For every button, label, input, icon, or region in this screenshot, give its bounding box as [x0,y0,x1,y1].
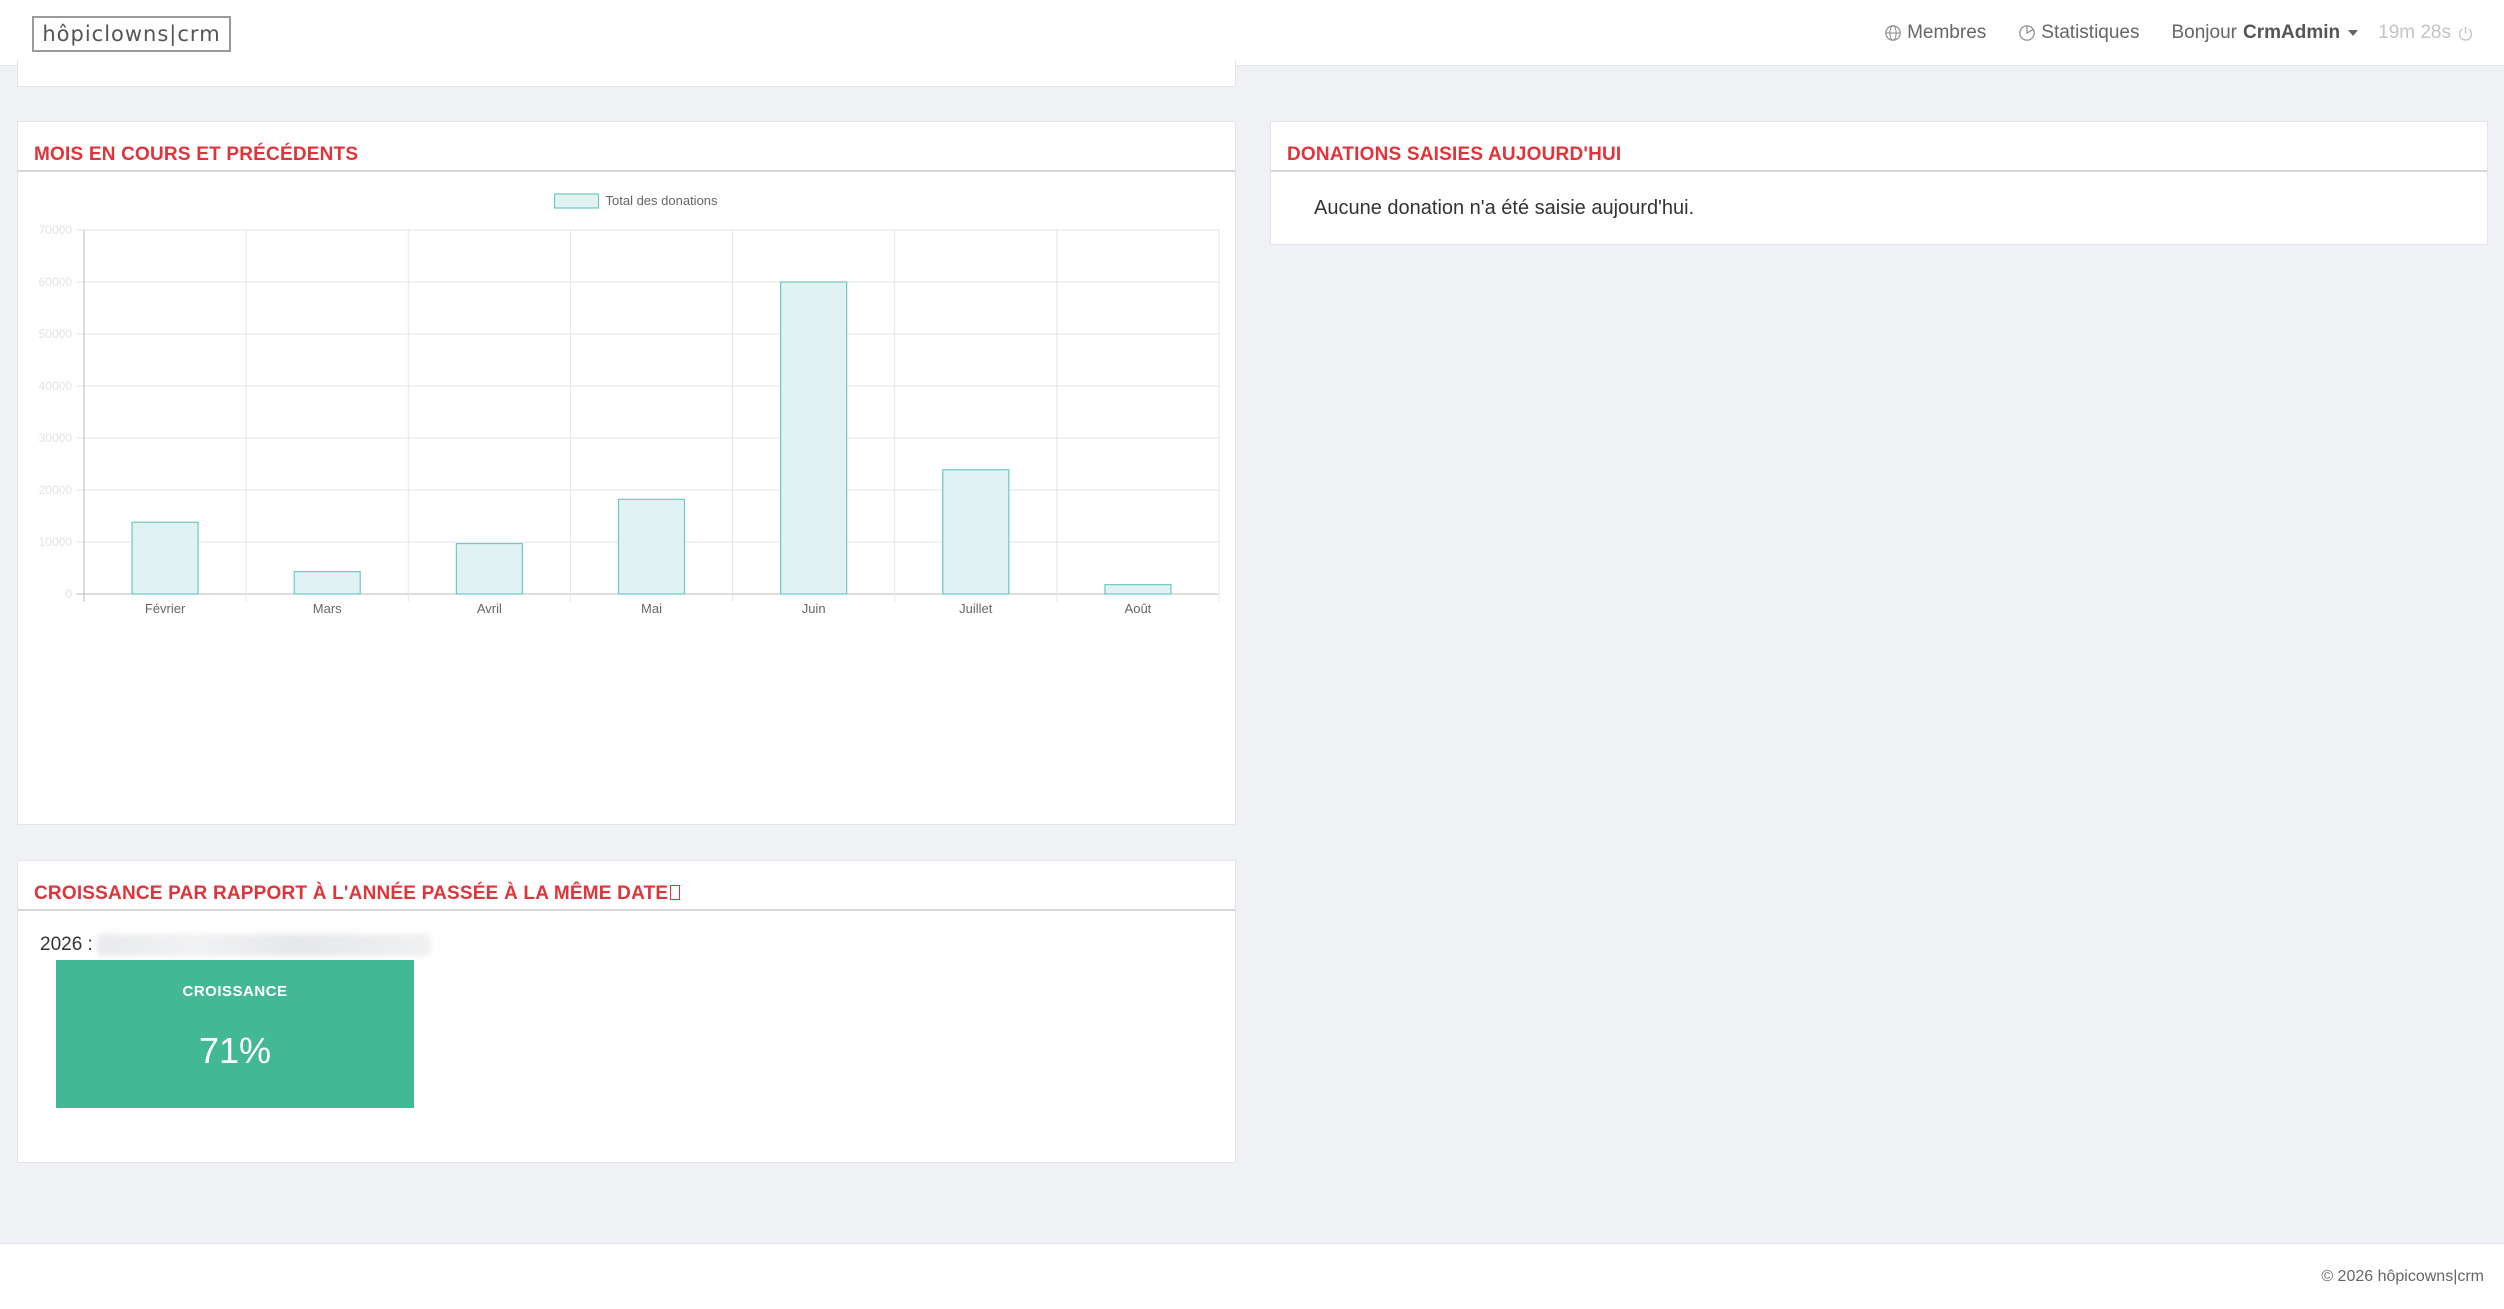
bar-août [1104,584,1172,595]
growth-year-line: 2026 : [40,934,431,956]
x-tick-label: Juillet [959,601,993,616]
bar-mai [617,498,686,595]
legend-swatch [553,193,600,209]
growth-panel: CROISSANCE PAR RAPPORT À L'ANNÉE PASSÉE … [17,860,1236,1163]
bar-février [131,521,199,595]
y-tick-label: 40000 [39,379,73,393]
x-tick-label: Mai [641,601,662,616]
donations-bar-chart: 0 10000 20000 30000 40000 50000 60000 70000 Févr… [39,193,1220,616]
brand-logo[interactable]: hôpiclowns|crm [32,16,231,52]
today-empty-message: Aucune donation n'a été saisie aujourd'h… [1314,197,1695,219]
footer-copyright: © 2026 hôpicowns|crm [2321,1268,2484,1285]
y-tick-label: 20000 [39,483,73,497]
nav-members-link[interactable]: Membres [1884,22,1986,44]
growth-title: CROISSANCE PAR RAPPORT À L'ANNÉE PASSÉE … [18,861,1235,911]
y-tick-label: 50000 [39,327,73,341]
globe-icon [1885,25,1901,41]
growth-title-text: CROISSANCE PAR RAPPORT À L'ANNÉE PASSÉE … [34,883,669,904]
y-tick-label: 30000 [39,431,73,445]
bar-juillet [942,469,1010,595]
x-tick-label: Février [145,601,186,616]
monthly-donations-title: MOIS EN COURS ET PRÉCÉDENTS [18,122,1235,172]
pie-chart-icon [2019,25,2036,41]
today-donations-title: DONATIONS SAISIES AUJOURD'HUI [1271,122,2487,172]
caret-down-icon [2348,30,2359,36]
x-tick-label: Juin [802,601,826,616]
navbar-right: Membres Statistiques Bonjour CrmAdmin 19… [1884,0,2474,66]
bar-juin [780,281,848,595]
session-timer-text: 19m 28s [2378,22,2451,43]
y-tick-label: 70000 [39,223,73,237]
x-tick-label: Mars [313,601,342,616]
y-tick-label: 10000 [39,535,73,549]
x-tick-label: Août [1125,601,1152,616]
user-menu-dropdown[interactable]: Bonjour CrmAdmin [2172,22,2359,44]
legend-label: Total des donations [606,193,719,208]
y-tick-label: 60000 [39,275,73,289]
monthly-donations-panel: MOIS EN COURS ET PRÉCÉDENTS 0 10000 20000 3… [17,121,1236,825]
growth-year-label: 2026 : [40,934,93,955]
session-timer[interactable]: 19m 28s [2378,22,2474,44]
growth-card-title: CROISSANCE [182,983,288,1000]
y-tick-label: 0 [65,587,72,601]
page-footer: © 2026 hôpicowns|crm [0,1243,2504,1309]
greeting-text: Bonjour [2171,22,2238,43]
bar-mars [293,571,361,595]
power-icon [2458,26,2473,41]
growth-card: CROISSANCE 71% [56,960,414,1108]
user-name: CrmAdmin [2243,22,2341,43]
nav-stats-link[interactable]: Statistiques [2018,22,2140,44]
nav-members-label: Membres [1907,22,1987,43]
x-tick-label: Avril [477,601,502,616]
previous-panel-bottom [17,60,1236,87]
growth-card-value: 71% [198,1030,272,1071]
nav-stats-label: Statistiques [2041,22,2140,43]
today-donations-panel: DONATIONS SAISIES AUJOURD'HUI Aucune don… [1270,121,2488,245]
info-icon [670,885,681,900]
blurred-amount [96,934,431,956]
bar-avril [455,542,523,595]
top-navbar: hôpiclowns|crm Membres Statistiques Bonj… [0,0,2504,66]
